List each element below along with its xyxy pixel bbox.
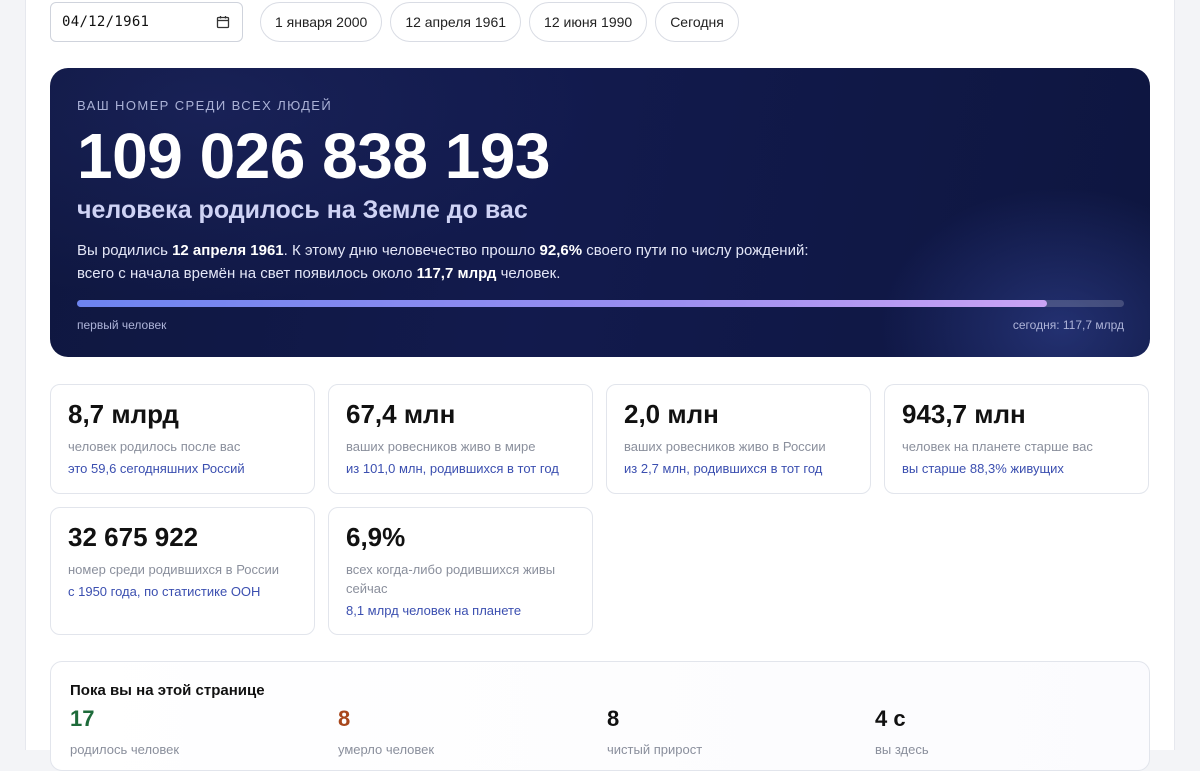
- preset-chip-1990[interactable]: 12 июня 1990: [529, 2, 648, 42]
- hero-subtitle: человека родилось на Земле до вас: [77, 196, 528, 224]
- stat-value: 2,0 млн: [624, 399, 719, 429]
- stat-value: 8,7 млрд: [68, 399, 179, 429]
- stat-note: вы старше 88,3% живущих: [902, 461, 1064, 476]
- preset-chip-2000[interactable]: 1 января 2000: [260, 2, 383, 42]
- desc-birthdate: 12 апреля 1961: [172, 242, 284, 259]
- stat-note: 8,1 млрд человек на планете: [346, 603, 522, 618]
- stat-note: с 1950 года, по статистике ООН: [68, 584, 261, 599]
- desc-percent: 92,6%: [539, 242, 583, 259]
- counter-value: 4 с: [875, 706, 906, 731]
- stat-label: ваших ровесников живо в России: [624, 439, 826, 454]
- birthdate-value: 04/12/1961: [62, 14, 150, 30]
- counter-value: 8: [338, 706, 351, 731]
- stat-value: 67,4 млн: [346, 399, 456, 429]
- progress-track: [77, 300, 1124, 307]
- date-controls: 04/12/1961 1 января 2000 12 апреля 1961 …: [25, 2, 739, 42]
- desc-text: . К этому дню человечество прошло: [283, 242, 540, 259]
- counter-born: 17 родилось человек: [70, 706, 179, 757]
- desc-text: своего пути по числу рождений:: [582, 242, 809, 259]
- desc-text: всего с начала времён на свет появилось …: [77, 265, 417, 282]
- stat-card-born-after: 8,7 млрд человек родилось после вас это …: [50, 384, 315, 494]
- stat-label: ваших ровесников живо в мире: [346, 439, 536, 454]
- counter-time-here: 4 с вы здесь: [875, 706, 929, 757]
- stat-label: всех когда-либо родившихся живы сейчас: [346, 562, 556, 596]
- stat-value: 32 675 922: [68, 522, 199, 552]
- preset-chip-1961[interactable]: 12 апреля 1961: [390, 2, 522, 42]
- hero-kicker: ВАШ НОМЕР СРЕДИ ВСЕХ ЛЮДЕЙ: [77, 98, 333, 113]
- hero-description: Вы родились 12 апреля 1961. К этому дню …: [77, 239, 877, 285]
- stat-label: человек на планете старше вас: [902, 439, 1093, 454]
- stat-label: номер среди родившихся в России: [68, 562, 280, 577]
- stat-note: из 2,7 млн, родившихся в тот год: [624, 461, 823, 476]
- counter-died: 8 умерло человек: [338, 706, 434, 757]
- live-counters-panel: Пока вы на этой странице 17 родилось чел…: [50, 661, 1150, 771]
- counter-value: 8: [607, 706, 620, 731]
- stat-card-peers-world: 67,4 млн ваших ровесников живо в мире из…: [328, 384, 593, 494]
- stat-card-older: 943,7 млн человек на планете старше вас …: [884, 384, 1149, 494]
- stat-card-peers-russia: 2,0 млн ваших ровесников живо в России и…: [606, 384, 871, 494]
- progress-fill: [77, 300, 1047, 307]
- desc-text: человек.: [496, 265, 561, 282]
- stat-note: это 59,6 сегодняшних Россий: [68, 461, 245, 476]
- desc-text: Вы родились: [77, 242, 173, 259]
- stat-label: человек родилось после вас: [68, 439, 241, 454]
- birthdate-input[interactable]: 04/12/1961: [50, 2, 243, 42]
- progress-start-label: первый человек: [77, 318, 167, 332]
- preset-chip-today[interactable]: Сегодня: [655, 2, 739, 42]
- counter-net-growth: 8 чистый прирост: [607, 706, 702, 757]
- counter-value: 17: [70, 706, 95, 731]
- birth-order-number: 109 026 838 193: [77, 120, 550, 192]
- calendar-icon[interactable]: [216, 15, 230, 29]
- progress-end-label: сегодня: 117,7 млрд: [1012, 318, 1124, 332]
- desc-total: 117,7 млрд: [416, 265, 497, 282]
- stat-value: 6,9%: [346, 522, 406, 552]
- stat-value: 943,7 млн: [902, 399, 1026, 429]
- stat-card-alive-share: 6,9% всех когда-либо родившихся живы сей…: [328, 507, 593, 635]
- stat-note: из 101,0 млн, родившихся в тот год: [346, 461, 559, 476]
- hero-panel: ВАШ НОМЕР СРЕДИ ВСЕХ ЛЮДЕЙ 109 026 838 1…: [50, 68, 1150, 357]
- live-title: Пока вы на этой странице: [70, 682, 265, 699]
- stat-card-russia-rank: 32 675 922 номер среди родившихся в Росс…: [50, 507, 315, 635]
